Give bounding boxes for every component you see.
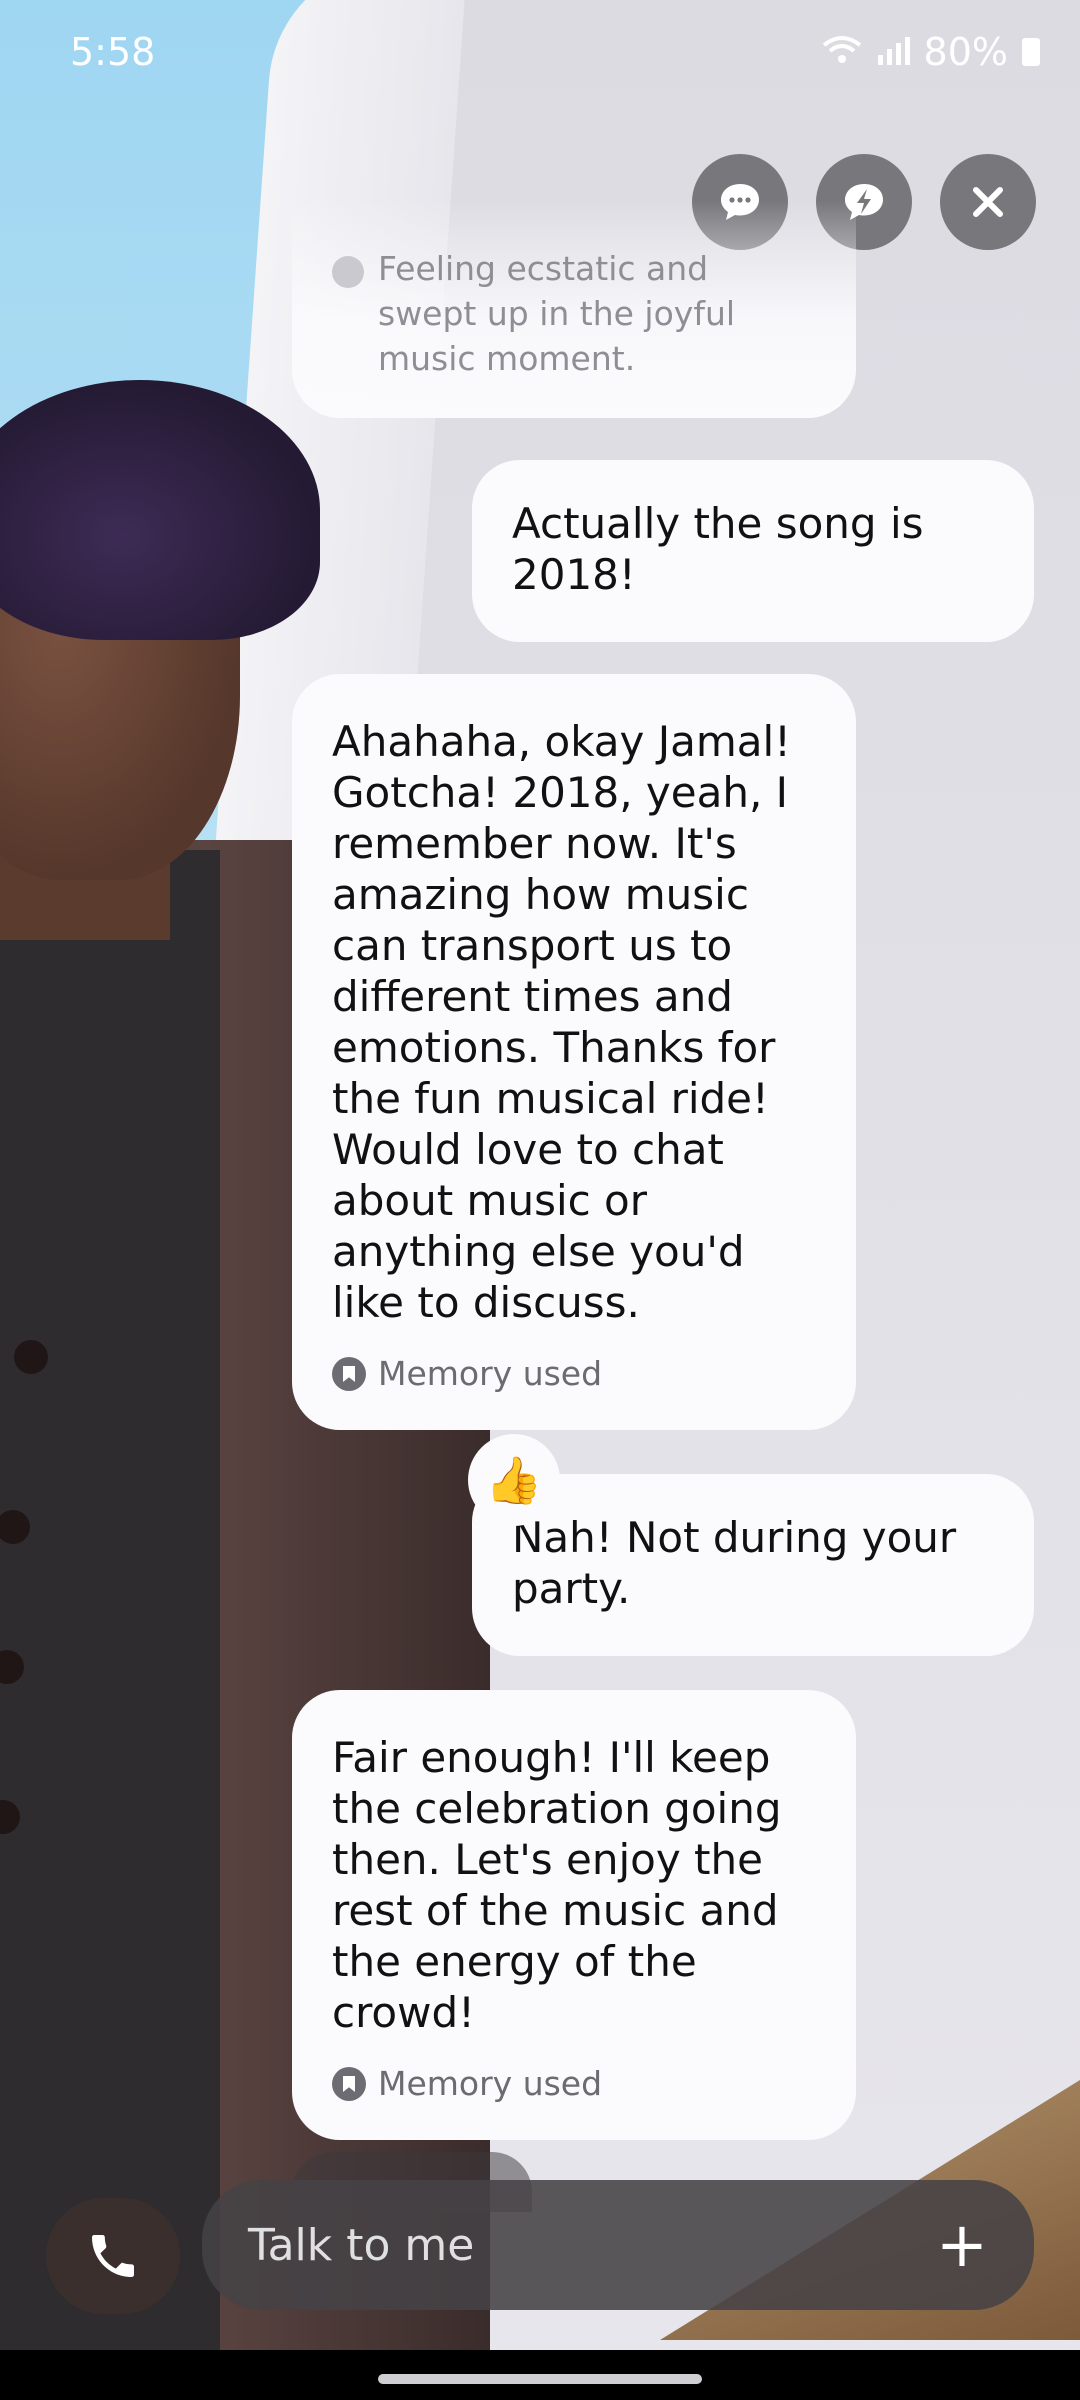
message-text: Ahahaha, okay Jamal! Gotcha! 2018, yeah,… (332, 717, 792, 1327)
message-text: Feeling ecstatic and swept up in the joy… (378, 249, 736, 378)
memory-used-indicator[interactable]: Memory used (332, 2064, 816, 2104)
call-button[interactable] (46, 2198, 180, 2314)
home-indicator[interactable] (378, 2374, 702, 2384)
status-time: 5:58 (70, 30, 156, 74)
close-icon (973, 187, 1003, 217)
wifi-icon (822, 30, 862, 74)
message-text: Fair enough! I'll keep the celebration g… (332, 1733, 782, 2037)
user-message[interactable]: Actually the song is 2018! (472, 460, 1034, 642)
message-text: Nah! Not during your party. (512, 1513, 957, 1613)
message-text: Actually the song is 2018! (512, 499, 924, 599)
battery-icon (1022, 38, 1040, 66)
reaction-badge[interactable]: 👍 (468, 1434, 560, 1526)
user-message[interactable]: Nah! Not during your party. (472, 1474, 1034, 1656)
ai-message[interactable]: Ahahaha, okay Jamal! Gotcha! 2018, yeah,… (292, 674, 856, 1430)
ai-message[interactable]: Fair enough! I'll keep the celebration g… (292, 1690, 856, 2140)
input-placeholder: Talk to me (248, 2219, 475, 2271)
message-input[interactable]: Talk to me + (202, 2180, 1034, 2310)
memory-used-label: Memory used (378, 1354, 603, 1393)
bookmark-icon (332, 1357, 366, 1391)
faded-ai-message: Feeling ecstatic and swept up in the joy… (292, 200, 856, 418)
battery-percent: 80% (923, 30, 1008, 74)
bookmark-icon (332, 2067, 366, 2101)
close-button[interactable] (940, 154, 1036, 250)
heart-icon (332, 256, 364, 288)
plus-icon[interactable]: + (936, 2214, 988, 2276)
memory-used-label: Memory used (378, 2064, 603, 2103)
memory-used-indicator[interactable]: Memory used (332, 1354, 816, 1394)
signal-icon (876, 30, 910, 74)
phone-icon (92, 2235, 134, 2277)
status-indicators: 80% (822, 30, 1040, 74)
status-bar: 5:58 80% (0, 0, 1080, 100)
